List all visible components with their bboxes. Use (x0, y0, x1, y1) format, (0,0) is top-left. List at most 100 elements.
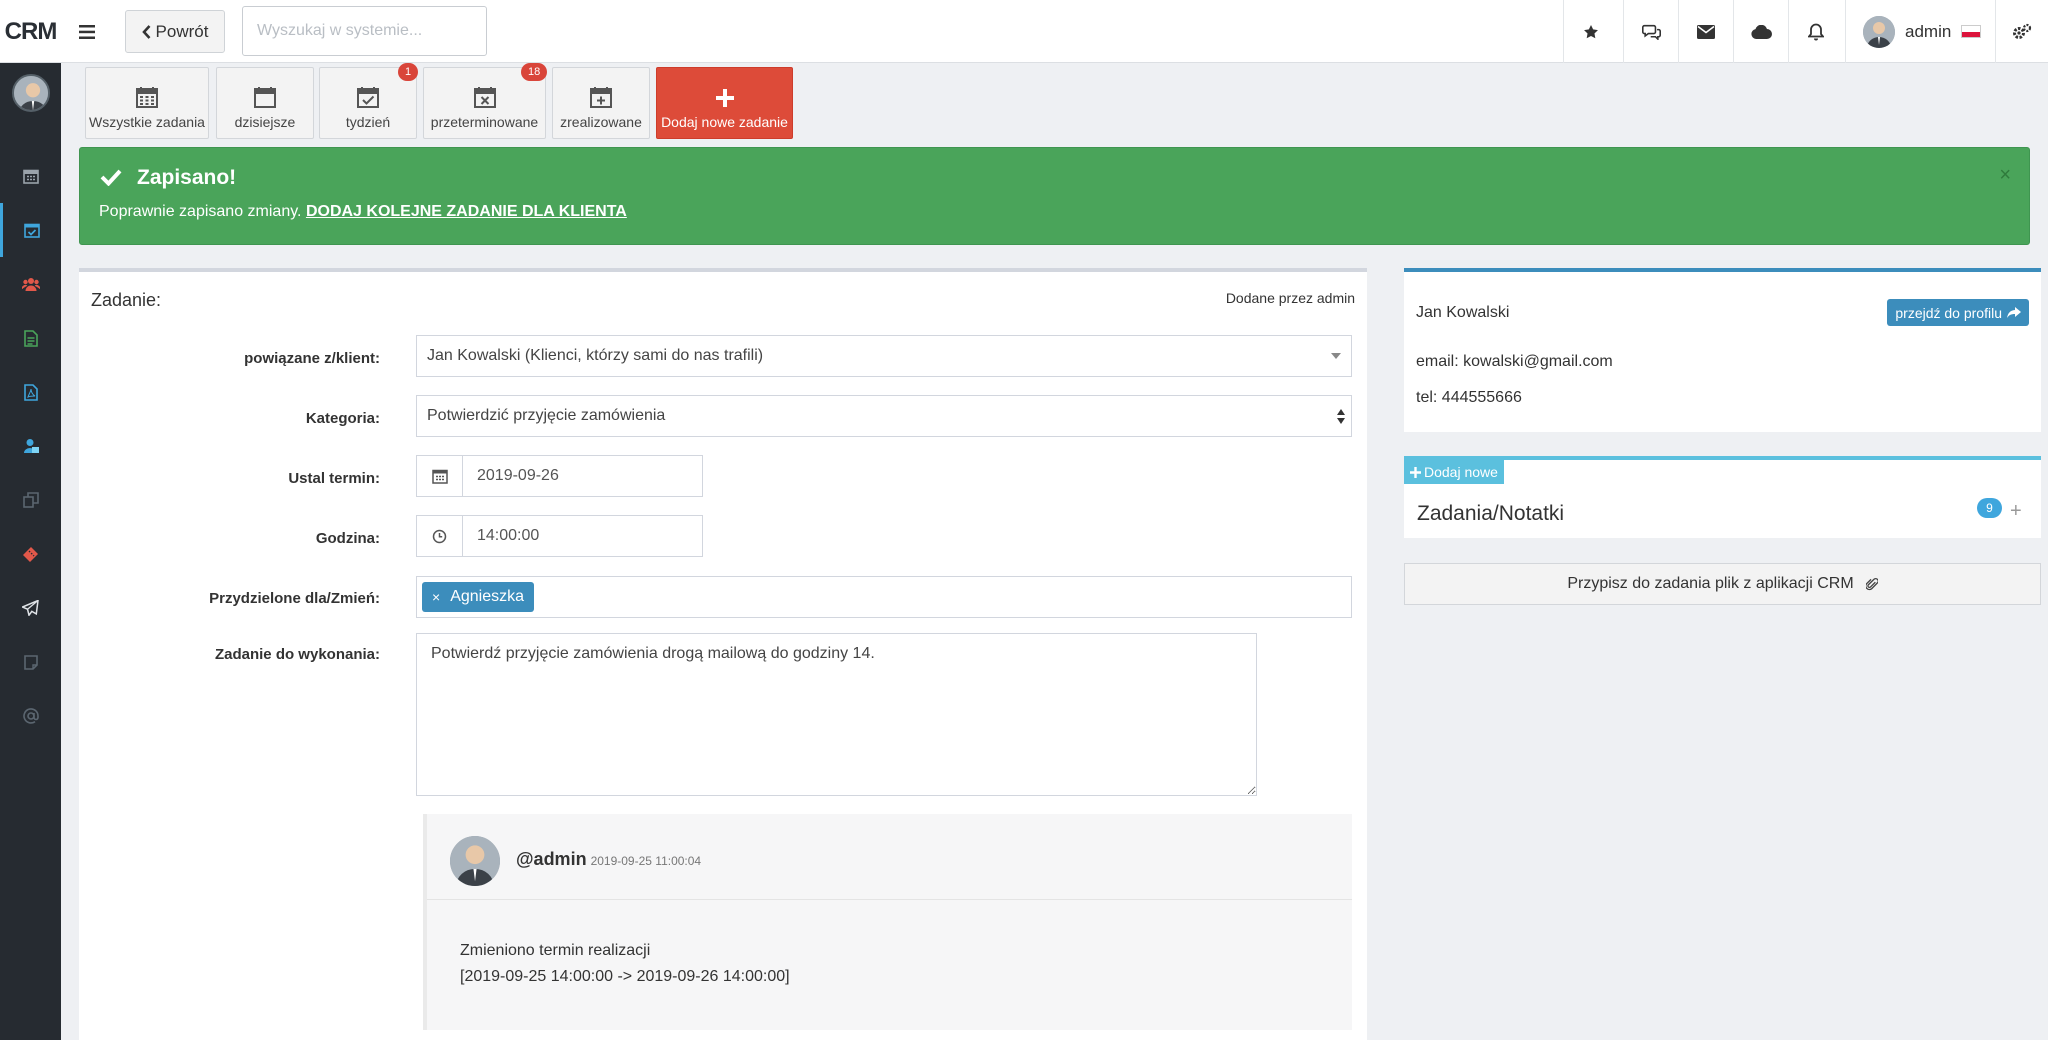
back-button-label: Powrót (155, 21, 209, 41)
category-field-label: Kategoria: (305, 410, 380, 427)
tab-label: zrealizowane (560, 114, 642, 130)
tab-label: Wszystkie zadania (89, 114, 205, 130)
client-phone: tel: 444555666 (1416, 389, 1522, 406)
plus-icon (715, 89, 734, 107)
client-field-label: powiązane z/klient: (244, 350, 380, 367)
copy-icon (22, 492, 39, 508)
cogs-icon (2013, 23, 2032, 39)
go-to-profile-button[interactable]: przejdź do profilu (1887, 299, 2029, 326)
added-by-label: Dodane przez admin (1225, 290, 1355, 306)
sidebar-avatar[interactable] (12, 74, 50, 112)
favorites-button[interactable] (1563, 0, 1618, 63)
clock-icon (432, 529, 447, 543)
notes-count-badge: 9 (1977, 498, 2002, 518)
assignee-tag: × Agnieszka (422, 582, 535, 612)
share-icon (2007, 306, 2021, 318)
notes-expand-button[interactable]: + (2010, 500, 2022, 523)
top-navbar: CRM Powrót admin (0, 0, 2048, 63)
date-addon (417, 456, 463, 496)
cloud-button[interactable] (1733, 0, 1788, 63)
comment-author-name[interactable]: @admin (516, 849, 587, 869)
sidebar-item-copies[interactable] (0, 473, 61, 527)
time-input[interactable]: 14:00:00 (416, 515, 703, 557)
task-description-textarea[interactable]: Potwierdź przyjęcie zamówienia drogą mai… (416, 633, 1257, 796)
client-name: Jan Kowalski (1416, 304, 1510, 321)
comment-header: @admin 2019-09-25 11:00:04 (427, 814, 1352, 900)
settings-button[interactable] (1995, 0, 2048, 63)
calendar-check-icon (357, 87, 379, 108)
alert-title: Zapisano! (137, 166, 237, 189)
sidebar-item-tasks[interactable] (0, 203, 61, 257)
chat-button[interactable] (1623, 0, 1678, 63)
select-arrows-icon (1337, 409, 1345, 424)
panel-title: Zadanie: (91, 290, 162, 310)
sidebar-item-support[interactable] (0, 419, 61, 473)
client-select[interactable]: Jan Kowalski (Klienci, którzy sami do na… (416, 335, 1352, 377)
comment-body: Zmieniono termin realizacji [2019-09-25 … (460, 938, 790, 990)
category-select-value: Potwierdzić przyjęcie zamówienia (427, 407, 666, 424)
user-avatar (1863, 15, 1895, 48)
comment-date: 2019-09-25 11:00:04 (590, 854, 702, 868)
language-flag-icon[interactable] (1961, 25, 1982, 38)
pdf-icon (23, 383, 38, 401)
sidebar-item-notes[interactable] (0, 635, 61, 689)
note-icon (23, 654, 38, 670)
notes-title: Zadania/Notatki (1417, 502, 1565, 525)
cloud-icon (1750, 24, 1772, 39)
add-note-label: Dodaj nowe (1424, 464, 1498, 480)
alert-message-text: Poprawnie zapisano zmiany. (99, 203, 302, 220)
attach-file-label: Przypisz do zadania plik z aplikacji CRM (1567, 575, 1854, 592)
tab-overdue[interactable]: 18 przeterminowane (423, 63, 548, 139)
todo-field-label: Zadanie do wykonania: (214, 646, 380, 663)
sidebar-item-calendar[interactable] (0, 149, 61, 203)
add-task-button[interactable]: Dodaj nowe zadanie (656, 67, 793, 139)
tab-label: dzisiejsze (234, 114, 296, 130)
check-icon (100, 169, 122, 186)
calendar-plus-icon (590, 87, 612, 108)
envelope-icon (1697, 24, 1715, 39)
chat-icon (1641, 24, 1661, 40)
comment-author: @admin 2019-09-25 11:00:04 (516, 849, 701, 870)
tab-week[interactable]: 1 tydzień (319, 63, 419, 139)
alert-close-button[interactable]: × (1999, 164, 2011, 187)
menu-toggle-button[interactable] (72, 18, 102, 46)
comment-line: [2019-09-25 14:00:00 -> 2019-09-26 14:00… (460, 968, 790, 985)
search-input[interactable] (242, 6, 487, 56)
notifications-button[interactable] (1788, 0, 1843, 63)
sidebar-item-email[interactable] (0, 689, 61, 743)
add-task-label: Dodaj nowe zadanie (661, 114, 788, 130)
messages-button[interactable] (1678, 0, 1733, 63)
sidebar-item-send[interactable] (0, 581, 61, 635)
category-select[interactable]: Potwierdzić przyjęcie zamówienia (416, 395, 1352, 437)
user-name: admin (1905, 21, 1952, 41)
date-input[interactable]: 2019-09-26 (416, 455, 703, 497)
back-button[interactable]: Powrót (125, 10, 225, 53)
alert-message: Poprawnie zapisano zmiany. DODAJ KOLEJNE… (99, 203, 627, 221)
sidebar-item-clients[interactable] (0, 257, 61, 311)
user-menu[interactable]: admin (1845, 0, 1995, 63)
bell-icon (1808, 23, 1824, 40)
remove-assignee-button[interactable]: × (432, 589, 440, 605)
users-icon (21, 278, 40, 291)
client-card: Jan Kowalski przejdź do profilu email: k… (1404, 268, 2041, 432)
task-panel: Zadanie: Dodane przez admin powiązane z/… (79, 268, 1367, 1040)
add-note-button[interactable]: Dodaj nowe (1404, 460, 1504, 484)
document-icon (23, 329, 38, 347)
date-value: 2019-09-26 (477, 467, 559, 484)
sidebar-item-documents[interactable] (0, 311, 61, 365)
app-logo[interactable]: CRM (0, 0, 61, 63)
hamburger-icon (79, 25, 95, 39)
attach-file-button[interactable]: Przypisz do zadania plik z aplikacji CRM (1404, 563, 2041, 605)
add-another-task-link[interactable]: DODAJ KOLEJNE ZADANIE DLA KLIENTA (306, 203, 627, 220)
assignee-select[interactable]: × Agnieszka (416, 576, 1352, 618)
sidebar-item-pdf[interactable] (0, 365, 61, 419)
tab-all-tasks[interactable]: Wszystkie zadania (85, 67, 209, 139)
tab-completed[interactable]: zrealizowane (552, 67, 650, 139)
calendar-icon (431, 469, 448, 484)
sidebar-item-tickets[interactable] (0, 527, 61, 581)
tab-today[interactable]: dzisiejsze (216, 67, 314, 139)
tab-label: przeterminowane (430, 114, 539, 130)
support-icon (23, 439, 39, 453)
calendar-blank-icon (254, 87, 276, 108)
tab-badge: 1 (398, 63, 419, 81)
